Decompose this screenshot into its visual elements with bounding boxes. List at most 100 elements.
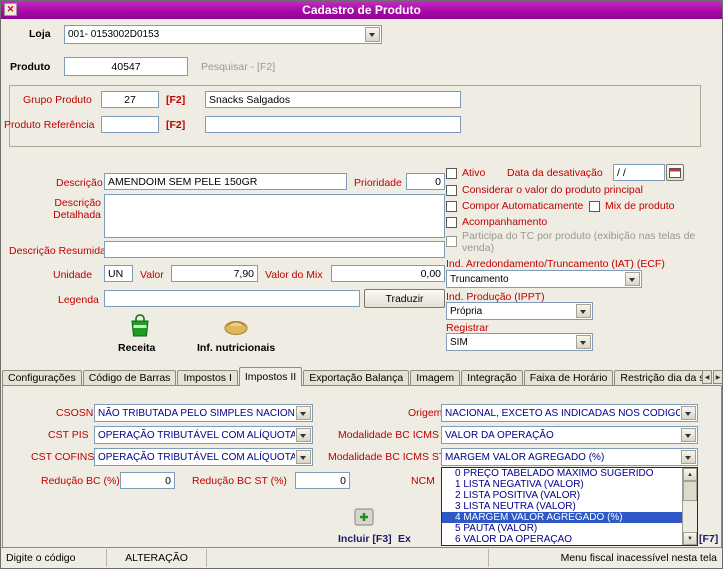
unidade-input[interactable]: UN	[104, 265, 133, 282]
produto-label: Produto	[10, 61, 51, 73]
scroll-down-icon[interactable]: ▼	[683, 532, 697, 545]
combo-arrow-icon[interactable]	[296, 450, 311, 464]
grupo-produto-label: Grupo Produto	[23, 94, 92, 106]
dropdown-option-5[interactable]: 5 PAUTA (VALOR)	[442, 523, 682, 534]
csosn-label: CSOSN	[56, 407, 94, 419]
loja-select[interactable]: 001- 0153002D0153	[64, 25, 382, 44]
descricao-resumida-input[interactable]	[104, 241, 445, 258]
legenda-label: Legenda	[58, 294, 99, 306]
combo-arrow-icon[interactable]	[296, 428, 311, 442]
grupo-produto-name-input[interactable]: Snacks Salgados	[205, 91, 461, 108]
compor-checkbox[interactable]	[446, 201, 457, 212]
combo-arrow-icon[interactable]	[576, 335, 591, 349]
legenda-input[interactable]	[104, 290, 360, 307]
mix-produto-checkbox[interactable]	[589, 201, 600, 212]
traduzir-button[interactable]: Traduzir	[364, 289, 445, 308]
descricao-resumida-label: Descrição Resumida	[9, 245, 106, 257]
dropdown-option-6[interactable]: 6 VALOR DA OPERAÇÃO	[442, 534, 682, 545]
inf-nutricionais-icon[interactable]	[223, 316, 249, 336]
reducao-bc-input[interactable]: 0	[120, 472, 175, 489]
considerar-label: Considerar o valor do produto principal	[462, 184, 643, 196]
modalidade-icms-st-dropdown-list: 0 PREÇO TABELADO MÁXIMO SUGERIDO 1 LISTA…	[441, 467, 698, 546]
valor-input[interactable]: 7,90	[171, 265, 258, 282]
combo-arrow-icon[interactable]	[296, 406, 311, 420]
data-desativacao-input[interactable]: / /	[613, 164, 665, 181]
calendar-button[interactable]	[666, 164, 684, 181]
modalidade-icms-select[interactable]: VALOR DA OPERAÇÃO	[441, 426, 698, 444]
produto-referencia-code-input[interactable]	[101, 116, 159, 133]
descricao-detalhada-textarea[interactable]	[104, 194, 445, 238]
participa-tc-checkbox[interactable]	[446, 236, 457, 247]
dropdown-scrollbar[interactable]: ▲ ▼	[682, 468, 697, 545]
considerar-checkbox[interactable]	[446, 185, 457, 196]
modalidade-icms-st-select[interactable]: MARGEM VALOR AGREGADO (%)	[441, 448, 698, 466]
tab-restricao-dia-semana[interactable]: Restrição dia da semana	[614, 370, 702, 386]
tab-exportacao-balanca[interactable]: Exportação Balança	[303, 370, 410, 386]
origem-value: NACIONAL, EXCETO AS INDICADAS NOS CODIGO…	[445, 407, 680, 419]
tab-scroll-left-icon[interactable]: ◀	[702, 370, 712, 384]
iat-select[interactable]: Truncamento	[446, 270, 642, 288]
cst-cofins-select[interactable]: OPERAÇÃO TRIBUTÁVEL COM ALÍQUOTA BÁSICA	[94, 448, 313, 466]
combo-arrow-icon[interactable]	[365, 27, 380, 42]
prioridade-input[interactable]: 0	[406, 173, 445, 190]
valor-label: Valor	[140, 269, 164, 281]
ncm-label: NCM	[411, 475, 435, 487]
incluir-button[interactable]: Incluir [F3]	[338, 533, 392, 545]
combo-arrow-icon[interactable]	[681, 406, 696, 420]
reducao-bc-st-label: Redução BC ST (%)	[192, 475, 287, 487]
incluir-icon[interactable]	[353, 505, 375, 529]
tab-codigo-de-barras[interactable]: Código de Barras	[82, 370, 177, 386]
participa-tc-label: Participa do TC por produto (exibição na…	[462, 230, 696, 254]
acompanhamento-checkbox[interactable]	[446, 217, 457, 228]
dropdown-option-0[interactable]: 0 PREÇO TABELADO MÁXIMO SUGERIDO	[442, 468, 682, 479]
modalidade-icms-value: VALOR DA OPERAÇÃO	[445, 429, 554, 441]
cst-pis-label: CST PIS	[48, 429, 89, 441]
descricao-input[interactable]: AMENDOIM SEM PELE 150GR	[104, 173, 347, 190]
excluir-button[interactable]: Ex	[398, 533, 411, 545]
cst-pis-select[interactable]: OPERAÇÃO TRIBUTÁVEL COM ALÍQUOTA BÁSICA	[94, 426, 313, 444]
unidade-label: Unidade	[53, 269, 93, 281]
dropdown-option-1[interactable]: 1 LISTA NEGATIVA (VALOR)	[442, 479, 682, 490]
f7-button[interactable]: [F7]	[699, 533, 718, 545]
produto-referencia-name-input[interactable]	[205, 116, 461, 133]
descricao-label: Descrição	[56, 177, 103, 189]
origem-select[interactable]: NACIONAL, EXCETO AS INDICADAS NOS CODIGO…	[441, 404, 698, 422]
produto-input[interactable]: 40547	[64, 57, 188, 76]
ippt-select[interactable]: Própria	[446, 302, 593, 320]
acompanhamento-label: Acompanhamento	[462, 216, 548, 228]
ativo-checkbox[interactable]	[446, 168, 457, 179]
grupo-produto-code-input[interactable]: 27	[101, 91, 159, 108]
close-icon[interactable]: ✕	[4, 3, 17, 16]
combo-arrow-icon[interactable]	[681, 450, 696, 464]
tab-integracao[interactable]: Integração	[461, 370, 523, 386]
valor-mix-input[interactable]: 0,00	[331, 265, 445, 282]
tab-scroll-right-icon[interactable]: ▶	[713, 370, 722, 384]
produto-referencia-label: Produto Referência	[4, 119, 95, 131]
combo-arrow-icon[interactable]	[576, 304, 591, 318]
tab-impostos-1[interactable]: Impostos I	[177, 370, 238, 386]
referencia-f2-hint: [F2]	[166, 119, 186, 131]
valor-mix-label: Valor do Mix	[265, 269, 323, 281]
combo-arrow-icon[interactable]	[681, 428, 696, 442]
pesquisar-hint: Pesquisar - [F2]	[201, 61, 276, 73]
dropdown-option-3[interactable]: 3 LISTA NEUTRA (VALOR)	[442, 501, 682, 512]
tab-configuracoes[interactable]: Configurações	[2, 370, 82, 386]
tab-imagem[interactable]: Imagem	[410, 370, 461, 386]
modalidade-icms-st-label: Modalidade BC ICMS ST	[328, 451, 446, 463]
tab-impostos-2[interactable]: Impostos II	[238, 367, 303, 386]
csosn-select[interactable]: NÃO TRIBUTADA PELO SIMPLES NACIONAL	[94, 404, 313, 422]
combo-arrow-icon[interactable]	[625, 272, 640, 286]
dropdown-option-4-selected[interactable]: 4 MARGEM VALOR AGREGADO (%)	[442, 512, 682, 523]
scroll-up-icon[interactable]: ▲	[683, 468, 697, 481]
titlebar: ✕ Cadastro de Produto	[1, 1, 722, 19]
ativo-label: Ativo	[462, 167, 486, 179]
receita-icon[interactable]	[129, 313, 151, 338]
tab-faixa-de-horario[interactable]: Faixa de Horário	[523, 370, 614, 386]
registrar-select[interactable]: SIM	[446, 333, 593, 351]
scrollbar-thumb[interactable]	[683, 481, 697, 501]
csosn-value: NÃO TRIBUTADA PELO SIMPLES NACIONAL	[98, 407, 295, 419]
dropdown-option-2[interactable]: 2 LISTA POSITIVA (VALOR)	[442, 490, 682, 501]
reducao-bc-st-input[interactable]: 0	[295, 472, 350, 489]
compor-label: Compor Automaticamente	[462, 200, 584, 212]
descricao-detalhada-label: Descrição Detalhada	[53, 197, 101, 221]
